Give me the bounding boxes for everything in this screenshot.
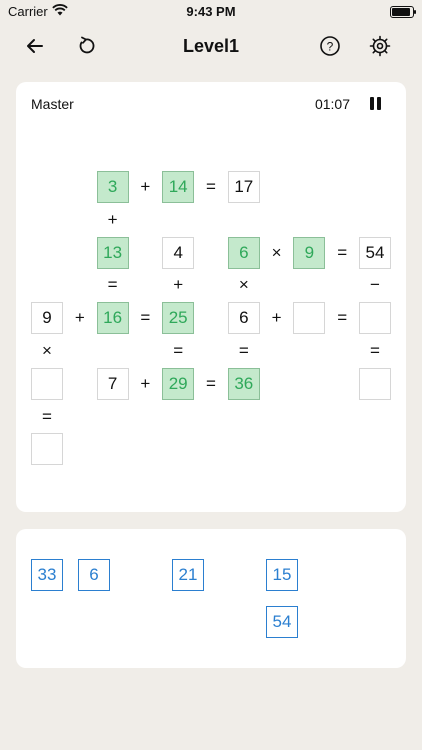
op-times: × — [42, 341, 52, 360]
cell-17: 17 — [227, 171, 260, 203]
cell-3[interactable]: 3 — [96, 171, 129, 203]
cell-6: 6 — [227, 302, 260, 335]
cell-13[interactable]: 13 — [96, 236, 129, 269]
empty-cell[interactable] — [293, 302, 326, 335]
op-plus: + — [271, 308, 282, 328]
status-time: 9:43 PM — [186, 4, 236, 19]
cell-14[interactable]: 14 — [162, 171, 195, 203]
cell-16[interactable]: 16 — [96, 302, 129, 335]
cell-25[interactable]: 25 — [162, 302, 195, 335]
cell-9[interactable]: 9 — [293, 236, 326, 269]
op-plus: + — [107, 209, 118, 229]
cell-9: 9 — [31, 302, 63, 335]
number-tile-21[interactable]: 21 — [172, 559, 204, 591]
cell-36[interactable]: 36 — [227, 367, 260, 400]
op-plus: + — [140, 177, 151, 196]
empty-cell[interactable] — [31, 367, 63, 400]
cell-4: 4 — [162, 236, 195, 269]
number-tile-15[interactable]: 15 — [266, 559, 298, 591]
empty-cell[interactable] — [359, 302, 391, 335]
number-tile-54[interactable]: 54 — [266, 606, 298, 638]
op-equals: = — [42, 406, 52, 426]
empty-cell[interactable] — [31, 433, 63, 466]
page-title: Level1 — [182, 36, 240, 56]
op-equals: = — [107, 275, 118, 295]
op-plus: + — [74, 308, 85, 328]
op-plus: + — [173, 275, 184, 295]
help-icon: ? — [320, 36, 340, 56]
settings-button[interactable] — [366, 32, 394, 60]
number-tile-6[interactable]: 6 — [78, 559, 110, 591]
op-equals: = — [370, 341, 380, 360]
op-minus: − — [370, 275, 380, 295]
cell-54: 54 — [359, 236, 391, 269]
number-tray: 33 6 21 15 54 — [16, 529, 406, 668]
battery-icon — [390, 6, 416, 18]
battery-fill — [392, 8, 410, 16]
op-equals: = — [337, 308, 348, 328]
op-equals: = — [140, 308, 151, 328]
help-button[interactable]: ? — [316, 32, 344, 60]
settings-gear-icon — [369, 35, 391, 57]
number-tile-33[interactable]: 33 — [31, 559, 63, 591]
empty-cell[interactable] — [359, 367, 391, 400]
op-times: × — [271, 242, 282, 262]
op-plus: + — [140, 373, 151, 393]
op-equals: = — [238, 341, 249, 360]
svg-text:?: ? — [327, 40, 334, 54]
op-equals: = — [206, 177, 216, 196]
op-equals: = — [206, 373, 216, 393]
op-times: × — [238, 275, 249, 295]
op-equals: = — [337, 242, 348, 262]
cell-7: 7 — [96, 367, 129, 400]
puzzle-grid: 3 +14 = 17 +13 4 6 × 9 = 54 = + × − 9 +16 = 25 6 + = × = = = 7 +29 =… — [16, 82, 406, 512]
puzzle-board-card: Master 01:07 3 +14 = 17 +13 4 6 × 9 = 54 = + × −9 +16 = 2… — [16, 82, 406, 512]
status-bar: Carrier 9:43 PM — [0, 0, 422, 24]
op-equals: = — [173, 341, 184, 360]
cell-29[interactable]: 29 — [162, 367, 195, 400]
nav-bar: Level1 ? — [0, 28, 422, 64]
cell-6[interactable]: 6 — [227, 236, 260, 269]
